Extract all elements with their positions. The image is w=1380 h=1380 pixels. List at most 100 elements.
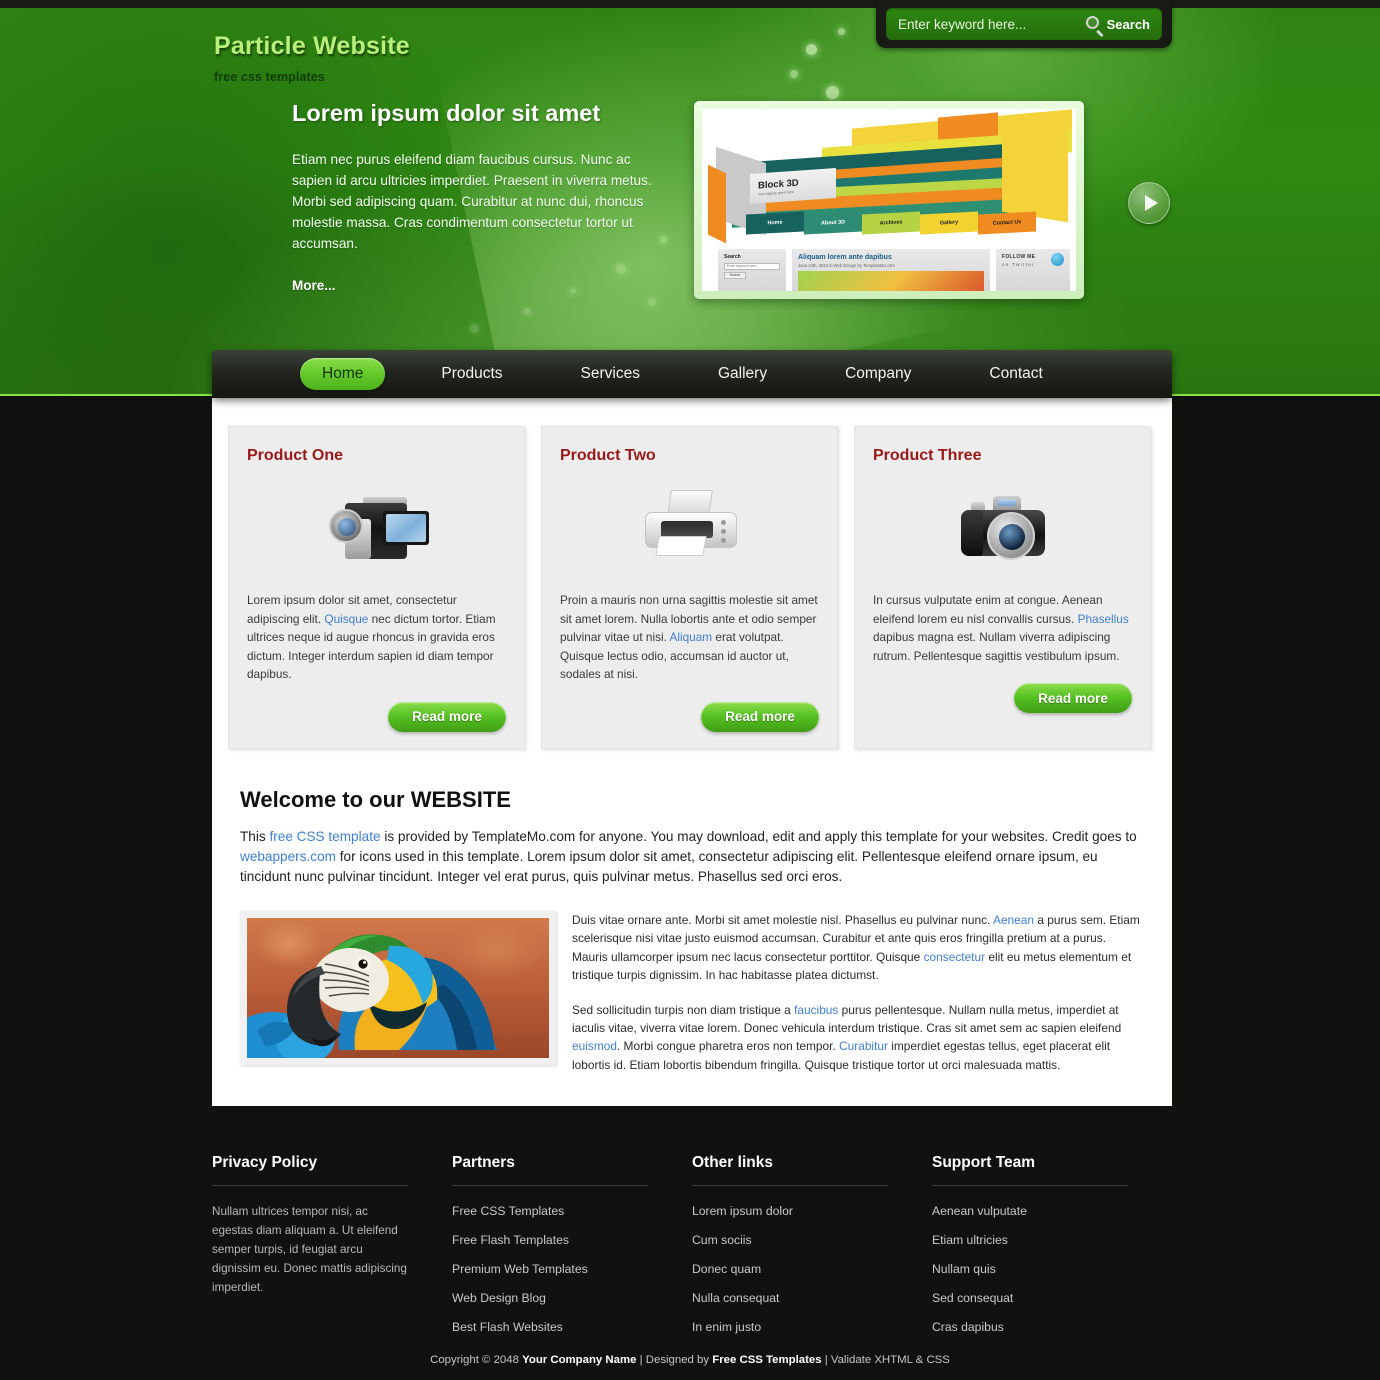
product-card: Product Three In cursus vulputate enim a… — [854, 426, 1151, 749]
nav-link-gallery[interactable]: Gallery — [696, 358, 789, 390]
article-link-aenean[interactable]: Aenean — [993, 913, 1034, 927]
footer-link[interactable]: Sed consequat — [932, 1291, 1013, 1305]
footer-list-item[interactable]: Web Design Blog — [452, 1289, 692, 1307]
article-p1-a: Duis vitae ornare ante. Morbi sit amet m… — [572, 912, 994, 927]
footer-list-item[interactable]: Cras dapibus — [932, 1318, 1172, 1336]
footer-link[interactable]: Nulla consequat — [692, 1291, 779, 1305]
hero-more-link[interactable]: More... — [292, 278, 336, 293]
footer-link[interactable]: Cum sociis — [692, 1233, 752, 1247]
footer-link[interactable]: Free CSS Templates — [452, 1204, 564, 1218]
footer-link[interactable]: Free Flash Templates — [452, 1233, 569, 1247]
welcome-section: Welcome to our WEBSITE This free CSS tem… — [212, 749, 1172, 887]
read-more-button[interactable]: Read more — [388, 701, 506, 732]
block-3d-post-title: Aliquam lorem ante dapibus — [798, 254, 892, 261]
footer-link[interactable]: Aenean vulputate — [932, 1204, 1027, 1218]
hero-text-block: Lorem ipsum dolor sit amet Etiam nec pur… — [292, 100, 652, 295]
copyright-mid: | Designed by — [636, 1354, 713, 1366]
hero-body: Etiam nec purus eleifend diam faucibus c… — [292, 152, 652, 251]
nav-item-services[interactable]: Services — [559, 358, 662, 390]
footer-list-item[interactable]: Best Flash Websites — [452, 1318, 692, 1336]
search-box: Search — [876, 0, 1172, 48]
footer-list-item[interactable]: Aenean vulputate — [932, 1202, 1172, 1220]
block-3d-nav-item: Contact Us — [978, 211, 1036, 235]
brand-title: Particle Website — [214, 32, 410, 60]
block-3d-nav-item: Home — [746, 211, 804, 235]
product-card: Product One Lorem ipsum dolor sit amet, … — [228, 426, 525, 749]
footer-link[interactable]: Lorem ipsum dolor — [692, 1204, 793, 1218]
footer-list-item[interactable]: Free Flash Templates — [452, 1231, 692, 1249]
welcome-paragraph: This free CSS template is provided by Te… — [240, 827, 1144, 887]
site-brand[interactable]: Particle Website free css templates — [214, 32, 410, 84]
footer-list-item[interactable]: Etiam ultricies — [932, 1231, 1172, 1249]
footer-list-item[interactable]: Cum sociis — [692, 1231, 932, 1249]
nav-link-products[interactable]: Products — [419, 358, 524, 390]
welcome-link-webappers[interactable]: webappers.com — [240, 849, 336, 864]
nav-item-company[interactable]: Company — [823, 358, 933, 390]
printer-icon — [635, 490, 745, 568]
footer-link[interactable]: Web Design Blog — [452, 1291, 546, 1305]
article-image-frame — [240, 910, 556, 1065]
search-field-wrapper: Search — [886, 8, 1162, 40]
footer-list-item[interactable]: Lorem ipsum dolor — [692, 1202, 932, 1220]
slideshow-frame[interactable]: Block 3D Your tagline goes here Home Abo… — [694, 101, 1084, 299]
article-paragraph-1: Duis vitae ornare ante. Morbi sit amet m… — [572, 911, 1144, 985]
footer-divider — [212, 1185, 408, 1186]
product-icon-wrap — [560, 471, 819, 587]
search-button[interactable]: Search — [1085, 15, 1162, 37]
nav-item-gallery[interactable]: Gallery — [696, 358, 789, 390]
slideshow-image: Block 3D Your tagline goes here Home Abo… — [702, 109, 1076, 291]
footer-list-item[interactable]: Sed consequat — [932, 1289, 1172, 1307]
footer-list-item[interactable]: Premium Web Templates — [452, 1260, 692, 1278]
article-section: Duis vitae ornare ante. Morbi sit amet m… — [212, 887, 1172, 1074]
read-more-button[interactable]: Read more — [701, 701, 819, 732]
nav-link-contact[interactable]: Contact — [967, 358, 1064, 390]
product-boxes: Product One Lorem ipsum dolor sit amet, … — [212, 398, 1172, 749]
welcome-link-template[interactable]: free CSS template — [269, 829, 380, 844]
nav-link-home[interactable]: Home — [300, 358, 386, 390]
block-3d-post-image — [798, 271, 984, 291]
block-3d-nav-item: Archives — [862, 211, 920, 235]
welcome-text-a: This — [240, 828, 270, 844]
block-3d-nav-item: About 3D — [804, 211, 862, 235]
block-3d-body: Search Enter keyword here... Search Aliq… — [718, 249, 1070, 291]
footer-columns: Privacy Policy Nullam ultrices tempor ni… — [212, 1154, 1172, 1347]
footer-link[interactable]: Premium Web Templates — [452, 1262, 588, 1276]
footer-heading: Partners — [452, 1154, 515, 1171]
product-inline-link[interactable]: Quisque — [324, 612, 368, 626]
product-text-before: In cursus vulputate enim at congue. Aene… — [873, 593, 1103, 626]
footer-link[interactable]: Best Flash Websites — [452, 1320, 563, 1334]
block-3d-logo: Block 3D Your tagline goes here — [750, 167, 836, 205]
parrot-illustration — [247, 917, 549, 1058]
product-inline-link[interactable]: Aliquam — [670, 630, 713, 644]
nav-link-services[interactable]: Services — [559, 358, 662, 390]
article-link-consectetur[interactable]: consectetur — [924, 950, 985, 964]
footer-link[interactable]: Nullam quis — [932, 1262, 996, 1276]
footer-link[interactable]: Cras dapibus — [932, 1320, 1004, 1334]
product-inline-link[interactable]: Phasellus — [1078, 612, 1129, 626]
parrot-photo — [247, 917, 549, 1058]
nav-item-contact[interactable]: Contact — [967, 358, 1064, 390]
block-3d-sidebar: Search Enter keyword here... Search — [718, 249, 786, 291]
footer-column-partners: Partners Free CSS Templates Free Flash T… — [452, 1154, 692, 1347]
article-link-faucibus[interactable]: faucibus — [794, 1003, 838, 1017]
footer-link[interactable]: In enim justo — [692, 1320, 761, 1334]
footer-heading: Other links — [692, 1154, 773, 1171]
slideshow-next-button[interactable] — [1128, 182, 1170, 224]
main-navigation: Home Products Services Gallery Company C… — [212, 350, 1172, 398]
footer-heading: Support Team — [932, 1154, 1036, 1171]
read-more-button[interactable]: Read more — [1014, 683, 1132, 714]
footer-list-item[interactable]: In enim justo — [692, 1318, 932, 1336]
footer-list-item[interactable]: Donec quam — [692, 1260, 932, 1278]
copyright-prefix: Copyright © 2048 — [430, 1354, 523, 1366]
nav-link-company[interactable]: Company — [823, 358, 933, 390]
nav-item-products[interactable]: Products — [419, 358, 524, 390]
nav-item-home[interactable]: Home — [300, 358, 386, 390]
footer-link[interactable]: Donec quam — [692, 1262, 761, 1276]
article-link-curabitur[interactable]: Curabitur — [839, 1039, 888, 1053]
footer-list-item[interactable]: Free CSS Templates — [452, 1202, 692, 1220]
footer-list-item[interactable]: Nullam quis — [932, 1260, 1172, 1278]
search-input[interactable] — [886, 16, 1086, 32]
footer-link[interactable]: Etiam ultricies — [932, 1233, 1008, 1247]
footer-list-item[interactable]: Nulla consequat — [692, 1289, 932, 1307]
article-link-euismod[interactable]: euismod — [572, 1039, 617, 1053]
